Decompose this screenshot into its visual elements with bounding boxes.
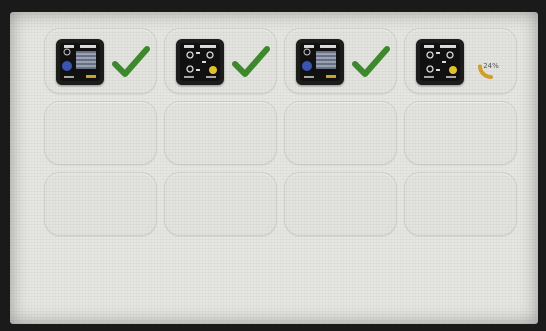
- job-card-1[interactable]: [44, 28, 157, 94]
- job-card-4[interactable]: 24%: [404, 28, 517, 94]
- maze-board-icon: [296, 39, 344, 85]
- empty-job-slot[interactable]: [44, 101, 157, 165]
- empty-job-slot[interactable]: [284, 101, 397, 165]
- empty-job-slot[interactable]: [404, 101, 517, 165]
- check-icon: [232, 46, 270, 77]
- job-grid: 24%: [44, 28, 517, 236]
- empty-job-slot[interactable]: [284, 172, 397, 236]
- progress-label: 24%: [483, 62, 499, 70]
- empty-job-slot[interactable]: [44, 172, 157, 236]
- empty-job-slot[interactable]: [164, 101, 277, 165]
- touch-screen: 24%: [10, 12, 538, 324]
- check-icon: [112, 46, 150, 77]
- job-card-3[interactable]: [284, 28, 397, 94]
- check-icon: [352, 46, 390, 77]
- maze-board-icon: [56, 39, 104, 85]
- progress-ring: 24%: [477, 52, 505, 80]
- circle-board-icon: [176, 39, 224, 85]
- empty-job-slot[interactable]: [164, 172, 277, 236]
- circle-board-icon: [416, 39, 464, 85]
- job-card-2[interactable]: [164, 28, 277, 94]
- empty-job-slot[interactable]: [404, 172, 517, 236]
